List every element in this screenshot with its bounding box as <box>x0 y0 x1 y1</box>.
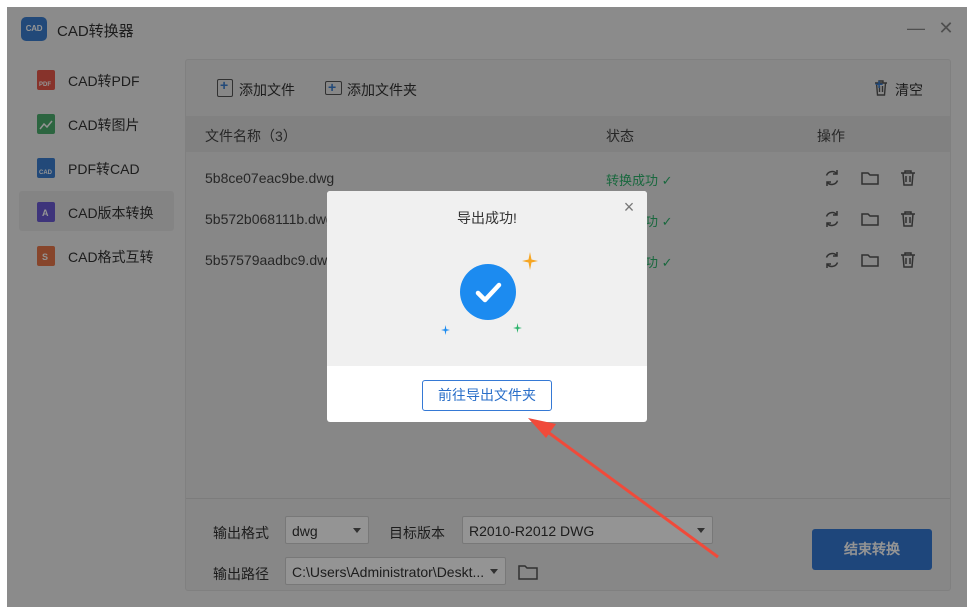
dialog-title: 导出成功! <box>457 210 517 226</box>
sparkle-icon <box>522 252 538 270</box>
success-check-icon <box>460 264 516 320</box>
sparkle-icon <box>513 323 522 333</box>
export-success-dialog: 导出成功! × 前往导出文件夹 <box>327 191 647 422</box>
sparkle-icon <box>441 325 450 335</box>
dialog-close-icon[interactable]: × <box>621 198 637 216</box>
open-export-folder-button[interactable]: 前往导出文件夹 <box>422 380 552 411</box>
